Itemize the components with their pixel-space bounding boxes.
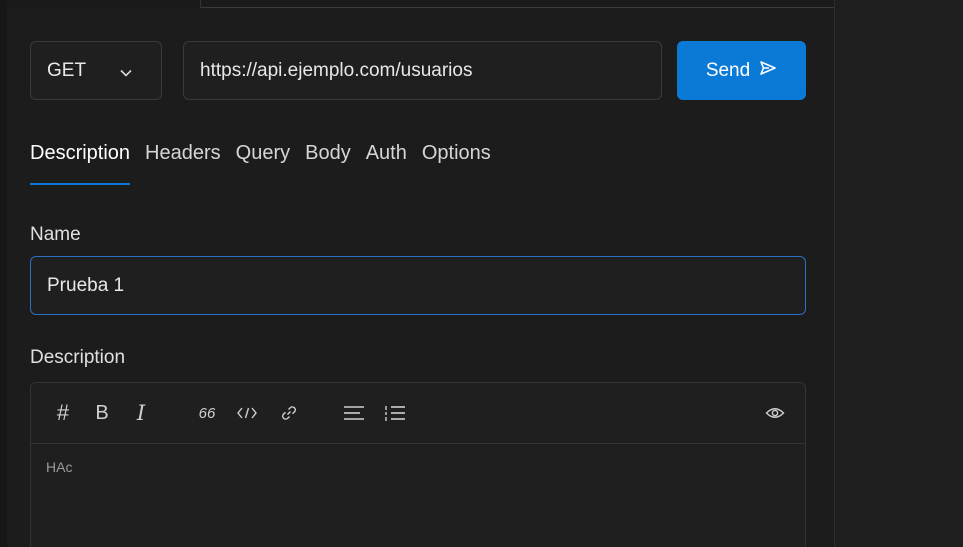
description-content[interactable]: HAc bbox=[46, 459, 72, 475]
preview-eye-icon[interactable] bbox=[763, 399, 787, 427]
name-input[interactable] bbox=[30, 256, 806, 315]
code-icon[interactable] bbox=[235, 399, 259, 427]
top-tab-strip bbox=[0, 0, 963, 8]
response-pane bbox=[834, 0, 963, 547]
send-button[interactable]: Send bbox=[677, 41, 806, 100]
description-label: Description bbox=[30, 347, 126, 368]
link-icon[interactable] bbox=[277, 399, 301, 427]
chevron-down-icon bbox=[119, 64, 133, 86]
left-edge bbox=[0, 0, 7, 547]
description-editor: # B I 66 HAc bbox=[30, 382, 806, 547]
send-icon bbox=[759, 60, 777, 82]
tab-body[interactable]: Body bbox=[305, 140, 351, 188]
send-label: Send bbox=[705, 59, 751, 81]
italic-icon[interactable]: I bbox=[131, 399, 151, 427]
name-label: Name bbox=[30, 224, 81, 245]
numbered-list-icon[interactable] bbox=[383, 399, 407, 427]
tab-options[interactable]: Options bbox=[422, 140, 491, 188]
tab-auth[interactable]: Auth bbox=[366, 140, 407, 188]
bold-icon[interactable]: B bbox=[91, 399, 113, 427]
quote-icon[interactable]: 66 bbox=[195, 399, 219, 427]
heading-icon[interactable]: # bbox=[51, 399, 75, 427]
request-tabs: Description Headers Query Body Auth Opti… bbox=[30, 140, 506, 188]
method-select[interactable]: GET bbox=[30, 41, 162, 100]
request-editor-window: GET Send Description Headers Query Body … bbox=[0, 0, 963, 547]
method-value: GET bbox=[47, 59, 87, 81]
tab-query[interactable]: Query bbox=[236, 140, 290, 188]
tab-headers[interactable]: Headers bbox=[145, 140, 221, 188]
tab-description[interactable]: Description bbox=[30, 140, 131, 188]
url-input[interactable] bbox=[183, 41, 662, 100]
bullet-list-icon[interactable] bbox=[341, 399, 367, 427]
editor-toolbar: # B I 66 bbox=[31, 383, 805, 444]
top-divider bbox=[201, 7, 834, 8]
